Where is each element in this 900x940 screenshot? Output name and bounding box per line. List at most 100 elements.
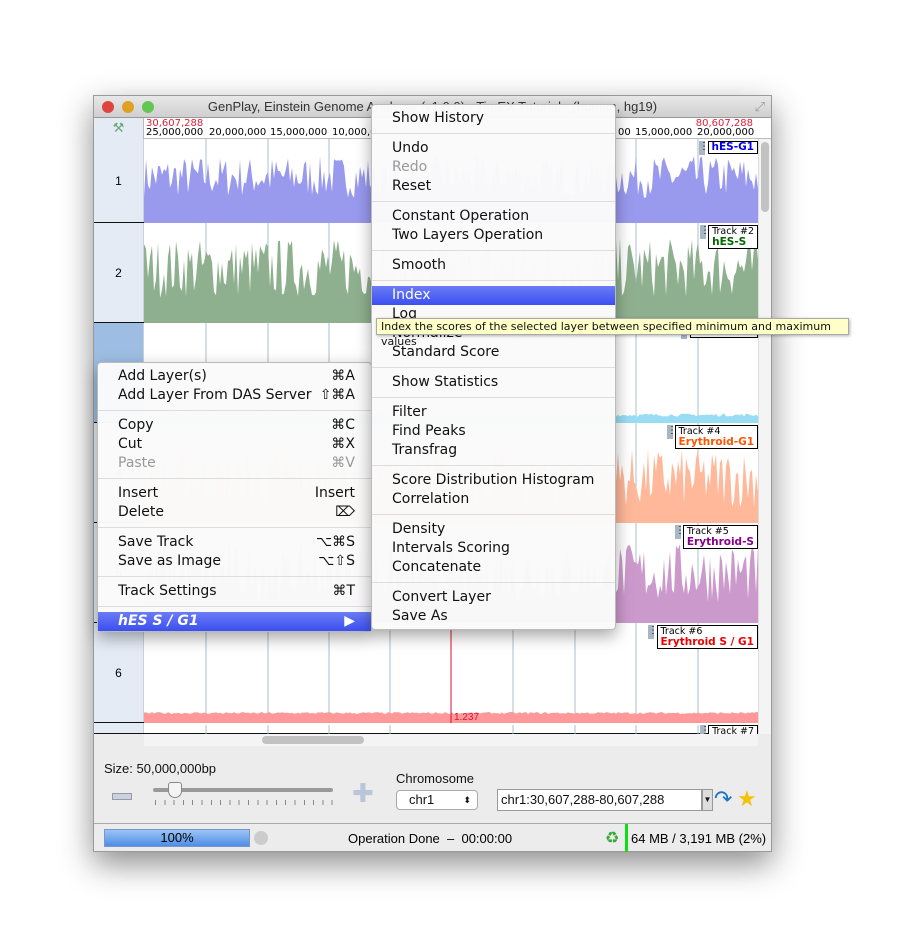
fullscreen-icon[interactable]: ⤢	[755, 96, 765, 118]
scroll-thumb[interactable]	[761, 142, 769, 212]
menu-item-density[interactable]: Density	[372, 520, 615, 539]
menu-item-label: Density	[392, 521, 446, 537]
menu-item-index[interactable]: Index	[372, 286, 615, 305]
track-context-menu: Add Layer(s) ⌘A Add Layer From DAS Server ⇧…	[97, 362, 372, 632]
slider-thumb[interactable]	[168, 782, 182, 798]
ruler-tick: 15,000,000	[635, 127, 693, 138]
minus-icon[interactable]	[112, 793, 132, 800]
menu-item-add-layer-from-das-server[interactable]: Add Layer From DAS Server ⇧⌘A	[98, 386, 371, 405]
menu-item-track-settings[interactable]: Track Settings ⌘T	[98, 582, 371, 601]
menu-shortcut: ⇧⌘A	[319, 387, 355, 403]
track-layer-label[interactable]: Track #7	[708, 725, 758, 734]
track-layer-label[interactable]: Track #5 Erythroid-S	[682, 525, 758, 549]
drag-handle-icon[interactable]: ⋮	[667, 425, 677, 439]
horizontal-scrollbar[interactable]	[144, 734, 758, 746]
track-number[interactable]	[94, 723, 144, 733]
chromosome-label: Chromosome	[396, 771, 475, 786]
track-number[interactable]: 2	[94, 223, 144, 322]
zoom-button[interactable]	[142, 101, 154, 113]
chromosome-value: chr1	[409, 792, 435, 807]
tools-icon[interactable]: ⚒	[94, 118, 144, 139]
menu-item-label: Reset	[392, 178, 432, 194]
minimize-button[interactable]	[122, 101, 134, 113]
scroll-thumb[interactable]	[262, 736, 364, 744]
memory-usage: 64 MB / 3,191 MB (2%)	[631, 831, 767, 846]
menu-separator	[372, 514, 615, 515]
position-input[interactable]: chr1:30,607,288-80,607,288	[497, 789, 702, 811]
menu-item-transfrag[interactable]: Transfrag	[372, 441, 615, 460]
layer-submenu: Show History Undo Redo Reset Constant Operat…	[371, 104, 616, 630]
track-name: Track #7	[712, 726, 754, 734]
position-dropdown-button[interactable]: ▼	[702, 789, 713, 811]
menu-item-label: Save As	[392, 608, 448, 624]
menu-item-copy[interactable]: Copy ⌘C	[98, 416, 371, 435]
menu-item-correlation[interactable]: Correlation	[372, 490, 615, 509]
drag-handle-icon[interactable]: ⋮	[699, 141, 709, 155]
track-plot[interactable]: 1.237 Track #6 Erythroid S / G1 ⋮	[144, 623, 758, 723]
menu-item-show-statistics[interactable]: Show Statistics	[372, 373, 615, 392]
menu-item-delete[interactable]: Delete ⌦	[98, 503, 371, 522]
track-7[interactable]: Track #7 ⋮	[94, 723, 758, 734]
drag-handle-icon[interactable]: ⋮	[700, 725, 710, 734]
menu-item-undo[interactable]: Undo	[372, 139, 615, 158]
track-layer-label[interactable]: Track #2 hES-S	[708, 225, 758, 249]
menu-item-concatenate[interactable]: Concatenate	[372, 558, 615, 577]
menu-separator	[372, 133, 615, 134]
menu-item-paste[interactable]: Paste ⌘V	[98, 454, 371, 473]
layer-name: Erythroid-G1	[678, 436, 754, 448]
favorite-star-icon[interactable]: ★	[737, 786, 757, 812]
menu-item-filter[interactable]: Filter	[372, 403, 615, 422]
menu-shortcut: ⌥⇧S	[318, 553, 355, 569]
menu-item-find-peaks[interactable]: Find Peaks	[372, 422, 615, 441]
stop-icon[interactable]	[254, 831, 268, 845]
menu-shortcut: ⌦	[335, 504, 355, 520]
menu-item-insert[interactable]: Insert Insert	[98, 484, 371, 503]
menu-item-show-history[interactable]: Show History	[372, 109, 615, 128]
menu-item-label: Save as Image	[118, 553, 221, 569]
menu-item-label: Index	[392, 287, 431, 303]
menu-item-convert-layer[interactable]: Convert Layer	[372, 588, 615, 607]
close-button[interactable]	[102, 101, 114, 113]
menu-item-label: Transfrag	[392, 442, 458, 458]
track-number[interactable]: 1	[94, 139, 144, 222]
cursor-value: 1.237	[454, 712, 479, 723]
vertical-scrollbar[interactable]	[758, 139, 771, 734]
menu-item-label: Add Layer(s)	[118, 368, 207, 384]
menu-item-add-layer-s-[interactable]: Add Layer(s) ⌘A	[98, 367, 371, 386]
menu-separator	[98, 606, 371, 607]
tooltip: Index the scores of the selected layer b…	[376, 318, 849, 348]
menu-item-two-layers-operation[interactable]: Two Layers Operation	[372, 226, 615, 245]
menu-item-save-as[interactable]: Save As	[372, 607, 615, 626]
drag-handle-icon[interactable]: ⋮	[700, 225, 710, 239]
menu-item-label: Show Statistics	[392, 374, 499, 390]
refresh-gc-icon[interactable]: ♻	[605, 828, 619, 848]
menu-item-save-track[interactable]: Save Track ⌥⌘S	[98, 533, 371, 552]
menu-separator	[372, 582, 615, 583]
drag-handle-icon[interactable]: ⋮	[648, 625, 658, 639]
track-layer-label[interactable]: Track #6 Erythroid S / G1	[656, 625, 758, 649]
drag-handle-icon[interactable]: ⋮	[675, 525, 685, 539]
menu-separator	[98, 478, 371, 479]
menu-item-score-distribution-histogram[interactable]: Score Distribution Histogram	[372, 471, 615, 490]
menu-item-reset[interactable]: Reset	[372, 177, 615, 196]
menu-item-intervals-scoring[interactable]: Intervals Scoring	[372, 539, 615, 558]
plus-icon[interactable]: ✚	[352, 780, 374, 806]
ruler-tick: 10,000,0	[332, 127, 377, 138]
menu-item-save-as-image[interactable]: Save as Image ⌥⇧S	[98, 552, 371, 571]
menu-item-smooth[interactable]: Smooth	[372, 256, 615, 275]
menu-item-constant-operation[interactable]: Constant Operation	[372, 207, 615, 226]
track-layer-label[interactable]: hES-G1	[707, 141, 758, 154]
menu-item-hes-s-g1[interactable]: hES S / G1 ▶	[98, 612, 371, 631]
memory-gauge	[625, 824, 628, 852]
menu-separator	[372, 367, 615, 368]
menu-item-cut[interactable]: Cut ⌘X	[98, 435, 371, 454]
chromosome-select[interactable]: chr1 ⬍	[396, 790, 478, 810]
track-number[interactable]: 6	[94, 623, 144, 722]
track-layer-label[interactable]: Track #4 Erythroid-G1	[674, 425, 758, 449]
menu-separator	[98, 527, 371, 528]
track-6[interactable]: 6 1.237 Track #6 Erythroid S / G1 ⋮	[94, 623, 758, 723]
slider-ticks	[155, 800, 333, 805]
go-arrow-icon[interactable]: ↷	[714, 786, 732, 812]
track-plot[interactable]: Track #7 ⋮	[144, 723, 758, 734]
menu-item-redo[interactable]: Redo	[372, 158, 615, 177]
